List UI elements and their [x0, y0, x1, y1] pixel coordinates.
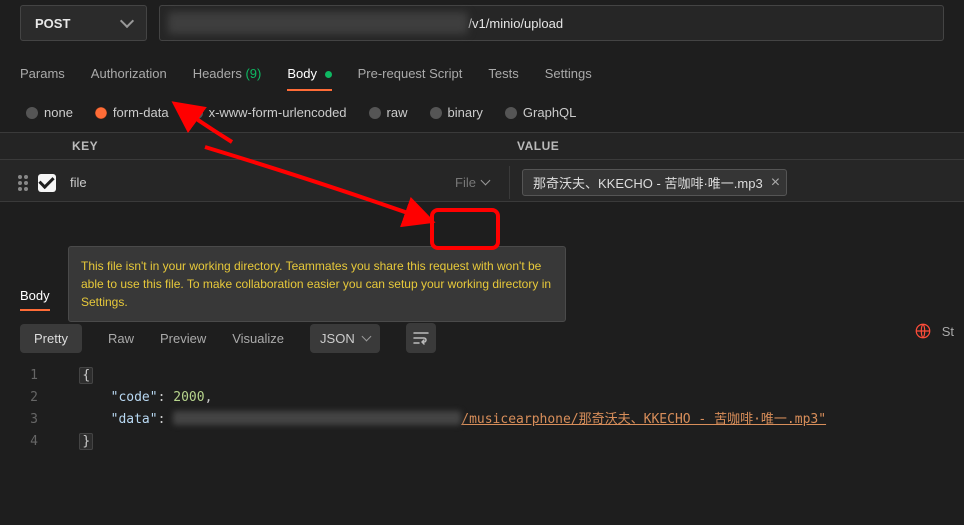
- request-tabs: Params Authorization Headers (9) Body Pr…: [0, 48, 964, 91]
- tab-prerequest[interactable]: Pre-request Script: [358, 66, 463, 91]
- code-content[interactable]: { "code": 2000, "data": /musicearphone/那…: [48, 365, 826, 453]
- url-input[interactable]: /v1/minio/upload: [159, 5, 944, 41]
- method-select[interactable]: POST: [20, 5, 147, 41]
- row-checkbox[interactable]: [38, 174, 56, 192]
- url-visible-part: /v1/minio/upload: [468, 16, 563, 31]
- wrap-lines-button[interactable]: [406, 323, 436, 353]
- response-code-area: 1 2 3 4 { "code": 2000, "data": /musicea…: [0, 365, 964, 453]
- body-type-formdata[interactable]: form-data: [95, 105, 169, 120]
- wrap-icon: [413, 331, 429, 345]
- chevron-down-icon: [361, 331, 371, 341]
- view-raw[interactable]: Raw: [108, 331, 134, 346]
- brace-open: {: [79, 367, 93, 384]
- body-type-none[interactable]: none: [26, 105, 73, 120]
- status-text: St: [942, 324, 954, 339]
- column-header-value: VALUE: [517, 139, 964, 153]
- annotation-highlight-box: [430, 208, 500, 250]
- radio-icon: [369, 107, 381, 119]
- tab-body-label: Body: [287, 66, 317, 81]
- file-name: 那奇沃夫、KKECHO - 苦咖啡·唯一.mp3: [533, 173, 763, 192]
- view-preview[interactable]: Preview: [160, 331, 206, 346]
- view-visualize[interactable]: Visualize: [232, 331, 284, 346]
- column-header-key: KEY: [72, 139, 517, 153]
- resp-tab-body[interactable]: Body: [20, 288, 50, 311]
- body-type-graphql[interactable]: GraphQL: [505, 105, 576, 120]
- key-cell: file File: [70, 166, 510, 199]
- body-type-radios: none form-data x-www-form-urlencoded raw…: [0, 91, 964, 132]
- brace-close: }: [79, 433, 93, 450]
- value-cell: 那奇沃夫、KKECHO - 苦咖啡·唯一.mp3 ×: [510, 169, 964, 196]
- json-url-value: /musicearphone/那奇沃夫、KKECHO - 苦咖啡·唯一.mp3": [461, 412, 826, 427]
- json-number: 2000: [173, 390, 204, 405]
- radio-icon: [505, 107, 517, 119]
- view-pretty[interactable]: Pretty: [20, 324, 82, 353]
- file-chip[interactable]: 那奇沃夫、KKECHO - 苦咖啡·唯一.mp3 ×: [522, 169, 787, 196]
- radio-selected-icon: [95, 107, 107, 119]
- tab-settings[interactable]: Settings: [545, 66, 592, 91]
- tab-body[interactable]: Body: [287, 66, 331, 91]
- globe-icon: [914, 322, 932, 340]
- line-gutter: 1 2 3 4: [20, 365, 48, 453]
- body-type-xwww[interactable]: x-www-form-urlencoded: [191, 105, 347, 120]
- value-type-dropdown[interactable]: File: [447, 173, 497, 192]
- body-type-binary[interactable]: binary: [430, 105, 483, 120]
- format-label: JSON: [320, 331, 355, 346]
- url-hidden-part: [168, 12, 468, 34]
- chevron-down-icon: [120, 14, 134, 28]
- tab-tests[interactable]: Tests: [488, 66, 518, 91]
- json-key: "data": [111, 412, 158, 427]
- json-key: "code": [111, 390, 158, 405]
- chevron-down-icon: [481, 176, 491, 186]
- tab-headers[interactable]: Headers (9): [193, 66, 262, 91]
- tab-params[interactable]: Params: [20, 66, 65, 91]
- value-type-label: File: [455, 175, 476, 190]
- radio-icon: [191, 107, 203, 119]
- radio-icon: [26, 107, 38, 119]
- tab-headers-label: Headers: [193, 66, 242, 81]
- remove-file-icon[interactable]: ×: [771, 175, 780, 191]
- format-dropdown[interactable]: JSON: [310, 324, 380, 353]
- method-label: POST: [35, 16, 70, 31]
- body-type-raw[interactable]: raw: [369, 105, 408, 120]
- drag-handle-icon[interactable]: [18, 175, 30, 191]
- key-input[interactable]: file: [70, 175, 447, 190]
- radio-icon: [430, 107, 442, 119]
- tab-authorization[interactable]: Authorization: [91, 66, 167, 91]
- formdata-table-header: KEY VALUE: [0, 132, 964, 160]
- blurred-value: [173, 411, 461, 425]
- table-row: file File 那奇沃夫、KKECHO - 苦咖啡·唯一.mp3 ×: [0, 160, 964, 202]
- status-bar-right: St: [914, 322, 954, 340]
- body-active-dot-icon: [325, 71, 332, 78]
- tab-headers-count: (9): [245, 66, 261, 81]
- working-directory-warning: This file isn't in your working director…: [68, 246, 566, 322]
